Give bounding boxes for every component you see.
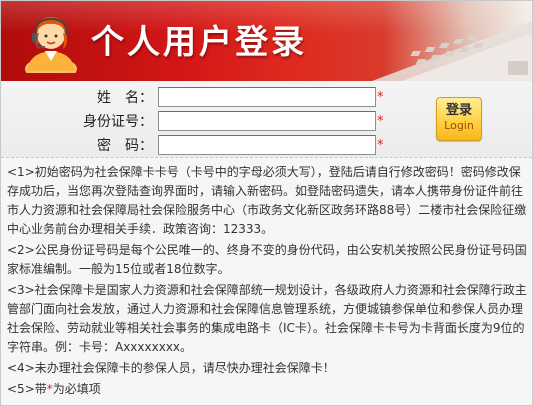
id-required-mark: * [377,114,384,129]
note-5-prefix: <5>带 [7,382,47,396]
name-required-mark: * [377,90,384,105]
password-row: 密 码： [1,135,153,157]
note-5-suffix: 为必填项 [52,382,101,396]
name-input[interactable] [158,87,376,107]
password-input[interactable] [158,135,376,155]
id-row: 身份证号： [1,111,153,133]
note-4: <4>未办理社会保障卡的参保人员，请尽快办理社会保障卡！ [7,361,335,375]
login-button-label: 登录 [445,103,472,118]
name-row: 姓 名： [1,87,153,109]
password-required-mark: * [377,138,384,153]
note-1: <1>初始密码为社会保障卡卡号（卡号中的字母必须大写），登陆后请自行修改密码！密… [7,165,527,236]
id-number-label: 身份证号： [83,114,153,130]
login-panel: 个人用户登录 姓 名： * 身份证号： * 密 码： * 登录 Login <1… [0,0,533,406]
divider [1,157,532,159]
laptop-image [372,21,532,81]
page-title: 个人用户登录 [91,22,307,61]
password-label: 密 码： [97,138,153,154]
notes-section: <1>初始密码为社会保障卡卡号（卡号中的字母必须大写），登陆后请自行修改密码！密… [7,163,529,401]
name-label: 姓 名： [97,90,153,106]
login-button-label-en: Login [444,119,474,132]
id-number-input[interactable] [158,111,376,131]
login-button[interactable]: 登录 Login [436,97,482,141]
note-2: <2>公民身份证号码是每个公民唯一的、终身不变的身份代码，由公安机关按照公民身份… [7,243,527,276]
note-3: <3>社会保障卡是国家人力资源和社会保障部统一规划设计，各级政府人力资源和社会保… [7,283,527,354]
header-banner: 个人用户登录 [1,1,532,81]
user-support-icon [25,17,77,73]
note-5: <5>带*为必填项 [7,380,529,399]
